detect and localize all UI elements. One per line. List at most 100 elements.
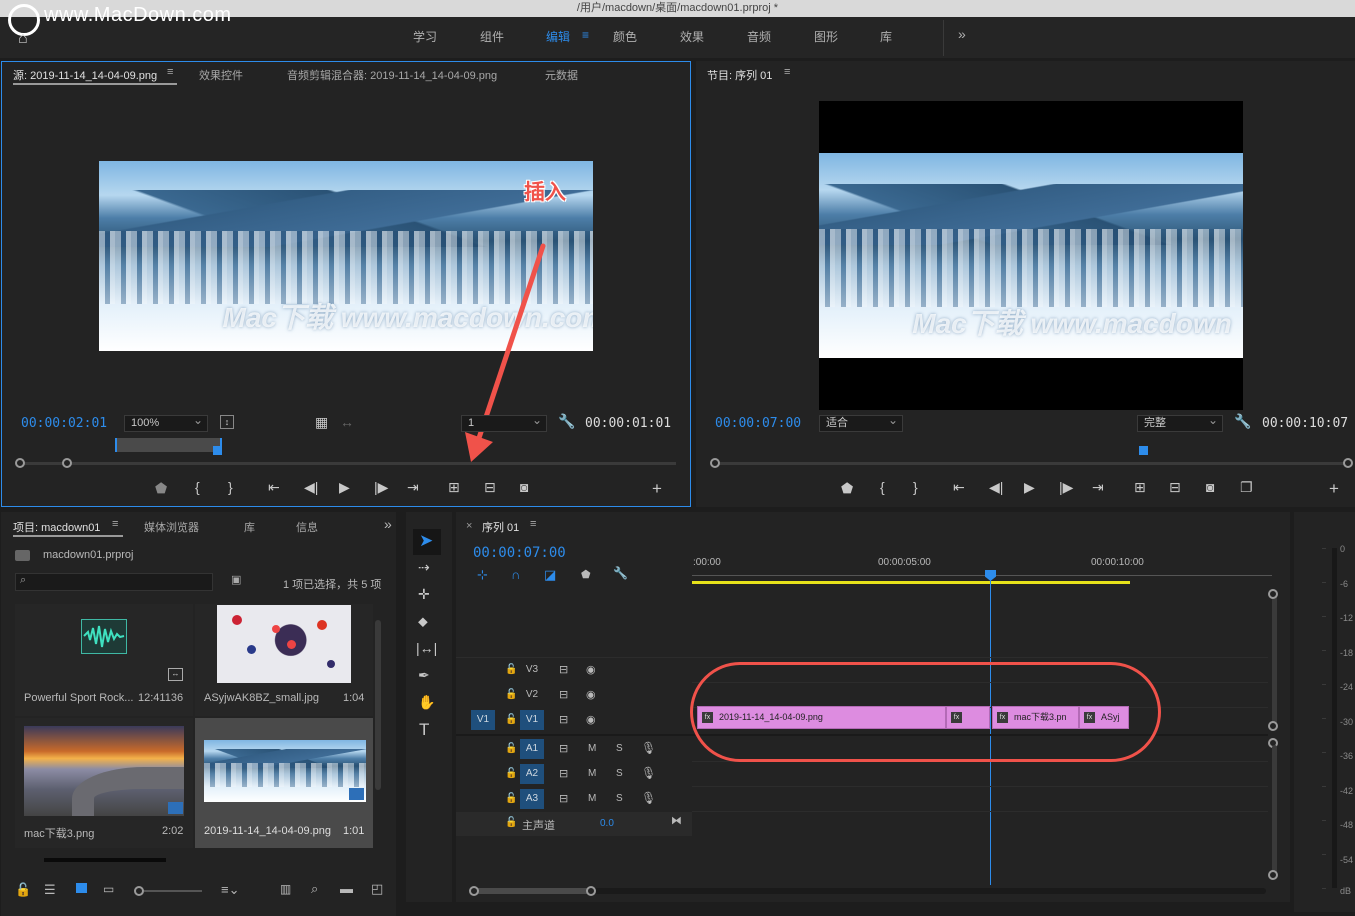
eye-icon[interactable]: ◉ [586,713,596,726]
microphone-icon[interactable]: 🎙 [641,766,656,780]
track-label-a1[interactable]: A1 [520,739,544,759]
scroll-knob[interactable] [1268,721,1278,731]
track-lock-icon[interactable]: 🔓 [505,817,517,828]
fit-dropdown[interactable]: 适合 [819,413,903,432]
sync-lock-icon[interactable]: ⊟ [559,663,568,676]
zoom-slider[interactable] [144,890,202,892]
microphone-icon[interactable]: 🎙 [641,791,656,805]
new-item-icon[interactable]: ◰ [371,881,383,897]
workspace-tab-color[interactable]: 颜色 [613,28,637,45]
source-scrub-track[interactable] [16,462,676,465]
track-lock-icon[interactable]: 🔓 [505,743,517,754]
playhead-marker[interactable] [213,446,222,455]
go-to-in-icon[interactable]: ⇤ [953,479,965,496]
slip-tool-icon[interactable]: |↔| [416,640,437,656]
tab-sequence[interactable]: 序列 01 [482,519,519,535]
export-frame-icon[interactable]: ◙ [1206,479,1214,495]
timeline-timecode[interactable]: 00:00:07:00 [473,545,566,561]
more-panels-icon[interactable]: » [384,516,392,532]
mark-out-icon[interactable]: } [913,479,918,495]
in-out-range[interactable] [115,438,222,452]
resolution-dropdown[interactable]: 1 [461,413,547,432]
tab-libraries[interactable]: 库 [244,519,255,535]
tab-info[interactable]: 信息 [296,519,318,535]
tab-project[interactable]: 项目: macdown01 [13,519,100,535]
sync-lock-icon[interactable]: ⊟ [559,767,568,780]
solo-button[interactable]: S [616,743,623,754]
project-scrollbar[interactable] [375,620,381,790]
track-label-v1[interactable]: V1 [520,710,544,730]
icon-view-icon[interactable] [76,883,87,893]
drag-audio-icon[interactable]: ↔ [340,414,354,430]
track-label-a3[interactable]: A3 [520,789,544,809]
solo-button[interactable]: S [616,768,623,779]
overwrite-icon[interactable]: ⊟ [484,479,496,496]
track-select-tool-icon[interactable]: ⇢ [418,559,430,576]
close-icon[interactable]: × [466,520,472,532]
selection-tool-icon[interactable]: ➤ [419,531,433,551]
new-bin-icon[interactable]: ▬ [340,881,353,896]
mute-button[interactable]: M [588,793,596,804]
track-label-a2[interactable]: A2 [520,764,544,784]
master-volume-value[interactable]: 0.0 [600,818,614,829]
solo-button[interactable]: S [616,793,623,804]
export-frame-icon[interactable]: ◙ [520,479,528,495]
automate-to-sequence-icon[interactable]: ▥ [280,882,291,896]
workspace-tab-libraries[interactable]: 库 [880,28,892,45]
freeform-view-icon[interactable]: ▭ [103,882,114,896]
comparison-view-icon[interactable]: ❐ [1240,479,1253,496]
program-scrub-track[interactable] [712,462,1348,465]
add-button-icon[interactable]: + [652,479,662,499]
workspace-tab-audio[interactable]: 音频 [747,28,771,45]
play-icon[interactable]: ▶ [1024,479,1035,496]
add-button-icon[interactable]: + [1329,479,1339,499]
source-timecode[interactable]: 00:00:02:01 [21,416,107,431]
track-label-v2[interactable]: V2 [520,685,544,705]
scroll-end-knob[interactable] [1343,458,1353,468]
scroll-start-knob[interactable] [710,458,720,468]
mute-button[interactable]: M [588,743,596,754]
work-area-bar[interactable] [692,581,1130,584]
audio-track-scrollbar[interactable] [1272,745,1277,875]
add-marker-icon[interactable]: ⬟ [841,480,853,497]
ripple-edit-tool-icon[interactable]: ✛ [418,586,430,603]
tab-source[interactable]: 源: 2019-11-14_14-04-09.png [13,67,157,83]
wrench-icon[interactable]: 🔧 [558,413,575,430]
sync-lock-icon[interactable]: ⊟ [559,792,568,805]
go-to-out-icon[interactable]: ⇥ [407,479,419,496]
track-lock-icon[interactable]: 🔓 [505,793,517,804]
mark-in-icon[interactable]: { [880,479,885,495]
sync-lock-icon[interactable]: ⊟ [559,688,568,701]
home-icon[interactable]: ⌂ [18,30,28,48]
track-lock-icon[interactable]: 🔓 [505,664,517,675]
snap-icon[interactable]: ∩ [511,567,520,582]
tab-effect-controls[interactable]: 效果控件 [199,67,243,83]
scroll-start-knob[interactable] [15,458,25,468]
workspace-tab-assembly[interactable]: 组件 [480,28,504,45]
timeline-scroll-thumb[interactable] [474,888,594,894]
step-forward-icon[interactable]: |▶ [374,479,388,496]
sync-lock-icon[interactable]: ⊟ [559,713,568,726]
zoom-knob[interactable] [134,886,144,896]
track-lock-icon[interactable]: 🔓 [505,689,517,700]
lift-icon[interactable]: ⊞ [1134,479,1146,496]
extract-icon[interactable]: ⊟ [1169,479,1181,496]
panel-menu-icon[interactable]: ≡ [167,66,173,78]
project-search-input[interactable] [15,573,213,591]
find-icon[interactable]: ⌕ [311,881,318,897]
tab-metadata[interactable]: 元数据 [545,67,578,83]
track-lock-icon[interactable]: 🔓 [505,714,517,725]
scroll-end-knob[interactable] [62,458,72,468]
scroll-knob[interactable] [1268,589,1278,599]
timeline-settings-icon[interactable]: 🔧 [613,566,628,580]
program-playhead-marker[interactable] [1139,446,1148,455]
workspace-menu-icon[interactable]: ≡ [582,28,589,42]
program-timecode[interactable]: 00:00:07:00 [715,416,801,431]
fit-icon[interactable]: ↕ [220,415,234,429]
workspace-tab-graphics[interactable]: 图形 [814,28,838,45]
hand-tool-icon[interactable]: ✋ [418,694,435,711]
eye-icon[interactable]: ◉ [586,663,596,676]
go-to-in-icon[interactable]: ⇤ [268,479,280,496]
workspace-tab-learn[interactable]: 学习 [413,28,437,45]
panel-menu-icon[interactable]: ≡ [112,518,118,530]
